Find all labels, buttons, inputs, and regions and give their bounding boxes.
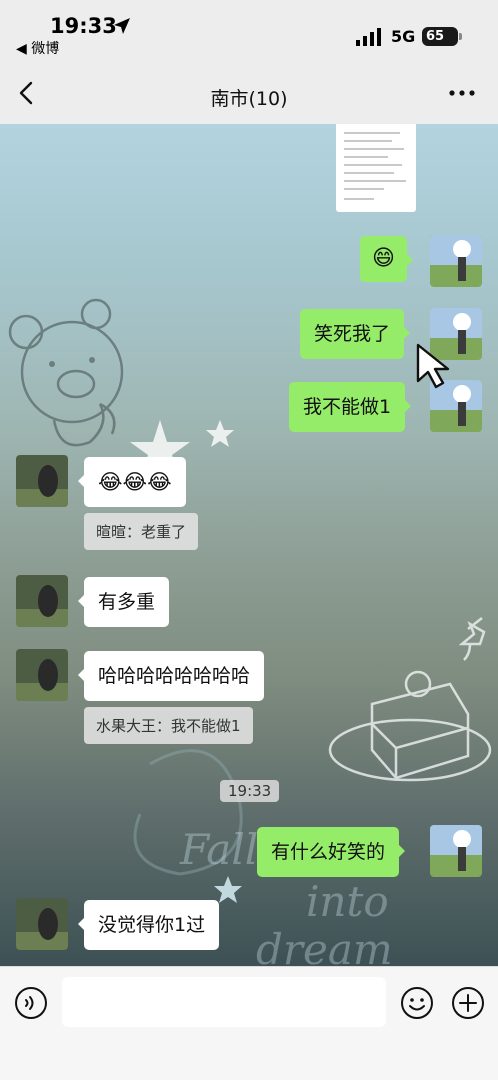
message-bubble[interactable]: 没觉得你1过	[77, 900, 220, 950]
my-avatar[interactable]	[430, 825, 482, 877]
message-timestamp: 19:33	[220, 780, 280, 802]
message-bubble[interactable]: 有什么好笑的	[257, 827, 406, 877]
shared-image-card[interactable]	[336, 124, 416, 212]
message-bubble[interactable]: 有多重	[77, 577, 170, 627]
svg-text:into: into	[306, 877, 389, 926]
back-to-app-link[interactable]: ◀ 微博	[16, 38, 59, 58]
quoted-reply[interactable]: 水果大王：我不能做1	[84, 707, 253, 744]
status-bar: 19:33 ◀ 微博 5G 65	[0, 0, 498, 62]
network-type: 5G	[391, 27, 416, 46]
chat-title: 南市(10)	[210, 88, 288, 110]
quoted-reply[interactable]: 暄暄：老重了	[84, 513, 199, 550]
input-bar	[0, 966, 498, 1080]
battery-indicator: 65	[422, 27, 462, 46]
message-bubble[interactable]: 哈哈哈哈哈哈哈哈	[77, 651, 265, 701]
location-arrow-icon	[114, 18, 130, 34]
message-bubble[interactable]: 笑死我了	[300, 309, 411, 359]
message-bubble[interactable]: 我不能做1	[289, 382, 412, 432]
svg-text:dream: dream	[256, 925, 393, 966]
my-avatar[interactable]	[430, 235, 482, 287]
emoji-icon[interactable]	[400, 986, 434, 1020]
plus-icon[interactable]	[451, 986, 485, 1020]
voice-icon[interactable]	[14, 986, 48, 1020]
chat-header: 南市(10)	[0, 62, 498, 124]
message-input[interactable]	[62, 977, 386, 1027]
contact-avatar[interactable]	[16, 455, 68, 507]
contact-avatar[interactable]	[16, 898, 68, 950]
cursor-icon	[416, 343, 450, 389]
contact-avatar[interactable]	[16, 575, 68, 627]
chat-background-decoration: Fall into dream	[8, 298, 492, 966]
signal-icon	[356, 28, 381, 46]
status-time: 19:33	[50, 14, 117, 38]
svg-text:Fall: Fall	[179, 825, 258, 874]
contact-avatar[interactable]	[16, 649, 68, 701]
chat-area[interactable]: Fall into dream 😄 笑死我了 我不能做1 😂😂😂 暄暄：老重了 …	[0, 124, 498, 966]
more-icon[interactable]	[448, 88, 476, 98]
message-bubble[interactable]: 😂😂😂	[78, 457, 186, 507]
message-bubble[interactable]: 😄	[360, 236, 413, 282]
